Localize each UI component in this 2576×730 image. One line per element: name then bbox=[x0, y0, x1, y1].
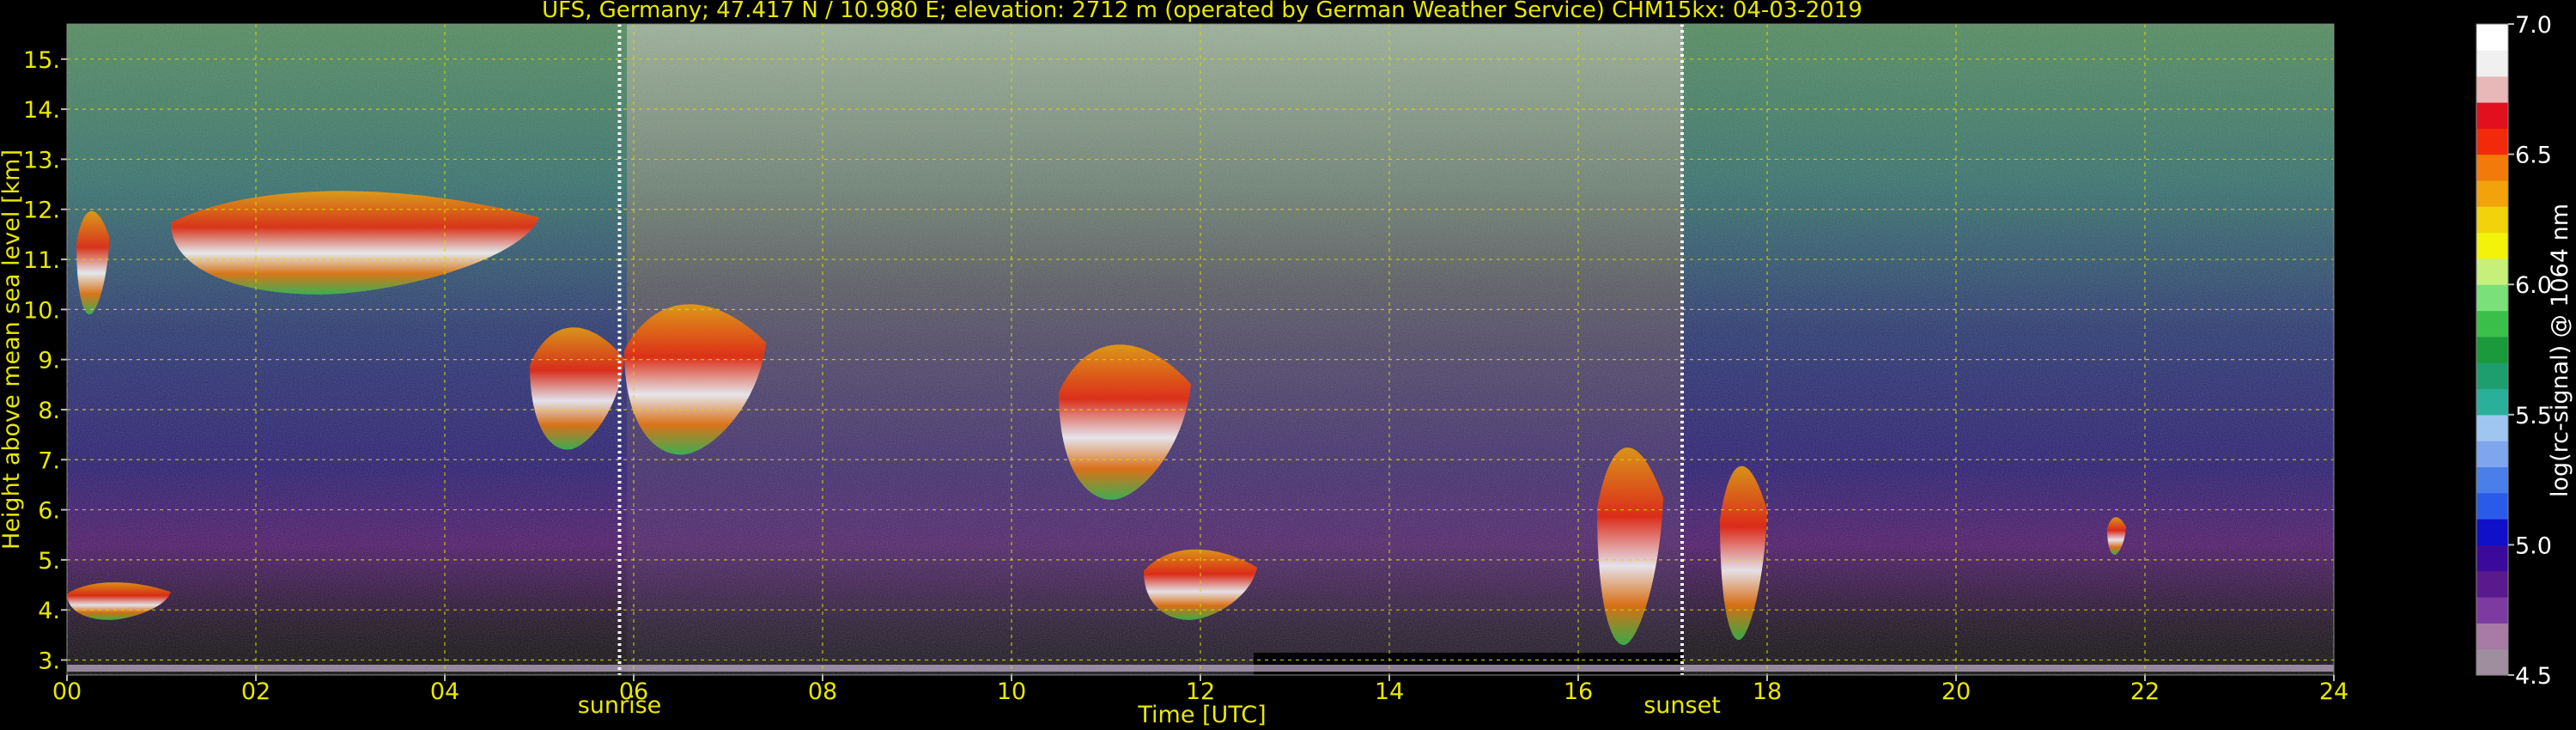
colorbar-swatch-7 bbox=[2476, 466, 2508, 494]
y-tick-label-8: 11. bbox=[23, 247, 60, 274]
y-tick-label-9: 12. bbox=[23, 198, 60, 224]
colorbar-swatch-3 bbox=[2476, 570, 2508, 598]
colorbar-swatch-11 bbox=[2476, 362, 2508, 390]
sunrise-label: sunrise bbox=[578, 692, 662, 719]
colorbar-tick-label-4: 6.5 bbox=[2515, 143, 2552, 169]
plot-area bbox=[67, 24, 2334, 675]
colorbar-tick-label-1: 5.0 bbox=[2515, 532, 2552, 559]
x-axis: 00 02 04 06 08 10 12 14 16 18 20 22 24 bbox=[52, 675, 2348, 705]
colorbar-swatch-15 bbox=[2476, 258, 2508, 285]
y-tick-label-11: 14. bbox=[23, 97, 60, 124]
colorbar-swatch-8 bbox=[2476, 441, 2508, 468]
colorbar-tick-label-5: 7.0 bbox=[2515, 12, 2552, 39]
colorbar-swatch-24 bbox=[2476, 24, 2508, 51]
x-tick-label-2: 04 bbox=[430, 678, 459, 705]
x-tick-label-1: 02 bbox=[241, 678, 270, 705]
y-tick-label-3: 6. bbox=[38, 498, 60, 525]
colorbar-swatch-18 bbox=[2476, 179, 2508, 207]
y-tick-label-1: 4. bbox=[38, 598, 60, 624]
x-tick-label-8: 16 bbox=[1564, 678, 1593, 705]
colorbar-swatch-20 bbox=[2476, 128, 2508, 155]
colorbar-swatch-19 bbox=[2476, 154, 2508, 181]
ceilometer-chart: UFS, Germany; 47.417 N / 10.980 E; eleva… bbox=[0, 0, 2573, 728]
colorbar-swatch-12 bbox=[2476, 336, 2508, 363]
y-tick-label-12: 15. bbox=[23, 47, 60, 74]
x-tick-label-12: 24 bbox=[2319, 678, 2348, 705]
x-tick-label-9: 18 bbox=[1753, 678, 1782, 705]
colorbar-swatch-2 bbox=[2476, 597, 2508, 624]
x-tick-label-11: 22 bbox=[2130, 678, 2160, 705]
colorbar-swatch-6 bbox=[2476, 492, 2508, 520]
colorbar-tick-label-0: 4.5 bbox=[2515, 663, 2552, 690]
x-tick-label-4: 08 bbox=[808, 678, 837, 705]
colorbar-label: log(rc-signal) @ 1064 nm bbox=[2547, 204, 2573, 497]
y-axis: 3. 4. 5. 6. 7. 8. 9. 10. 11. 12. 13. 14. 15. bbox=[23, 47, 67, 675]
x-tick-label-10: 20 bbox=[1941, 678, 1971, 705]
x-tick-label-0: 00 bbox=[52, 678, 82, 705]
colorbar-swatch-16 bbox=[2476, 232, 2508, 259]
colorbar-swatch-0 bbox=[2476, 648, 2508, 676]
colorbar-swatch-10 bbox=[2476, 388, 2508, 416]
surface-black-band bbox=[1254, 653, 1683, 675]
colorbar: 4.55.05.56.06.57.0 bbox=[2476, 12, 2552, 690]
y-tick-label-4: 7. bbox=[38, 447, 60, 474]
colorbar-swatch-5 bbox=[2476, 519, 2508, 545]
y-axis-label: Height above mean sea level [km] bbox=[0, 149, 25, 550]
x-tick-label-5: 10 bbox=[997, 678, 1026, 705]
colorbar-swatch-14 bbox=[2476, 284, 2508, 312]
y-tick-label-7: 10. bbox=[23, 297, 60, 324]
colorbar-swatch-17 bbox=[2476, 206, 2508, 234]
y-tick-label-0: 3. bbox=[38, 648, 60, 675]
chart-title: UFS, Germany; 47.417 N / 10.980 E; eleva… bbox=[542, 0, 1862, 23]
y-tick-label-2: 5. bbox=[38, 548, 60, 575]
y-tick-label-10: 13. bbox=[23, 147, 60, 173]
x-tick-label-7: 14 bbox=[1375, 678, 1404, 705]
colorbar-swatch-9 bbox=[2476, 414, 2508, 441]
colorbar-swatch-1 bbox=[2476, 623, 2508, 650]
y-tick-label-6: 9. bbox=[38, 348, 60, 374]
colorbar-swatch-23 bbox=[2476, 50, 2508, 77]
colorbar-swatch-21 bbox=[2476, 101, 2508, 129]
colorbar-swatch-22 bbox=[2476, 76, 2508, 103]
x-axis-label: Time [UTC] bbox=[1137, 702, 1266, 728]
y-tick-label-5: 8. bbox=[38, 398, 60, 424]
colorbar-swatch-13 bbox=[2476, 310, 2508, 338]
colorbar-swatch-4 bbox=[2476, 544, 2508, 572]
sunset-label: sunset bbox=[1643, 692, 1721, 719]
